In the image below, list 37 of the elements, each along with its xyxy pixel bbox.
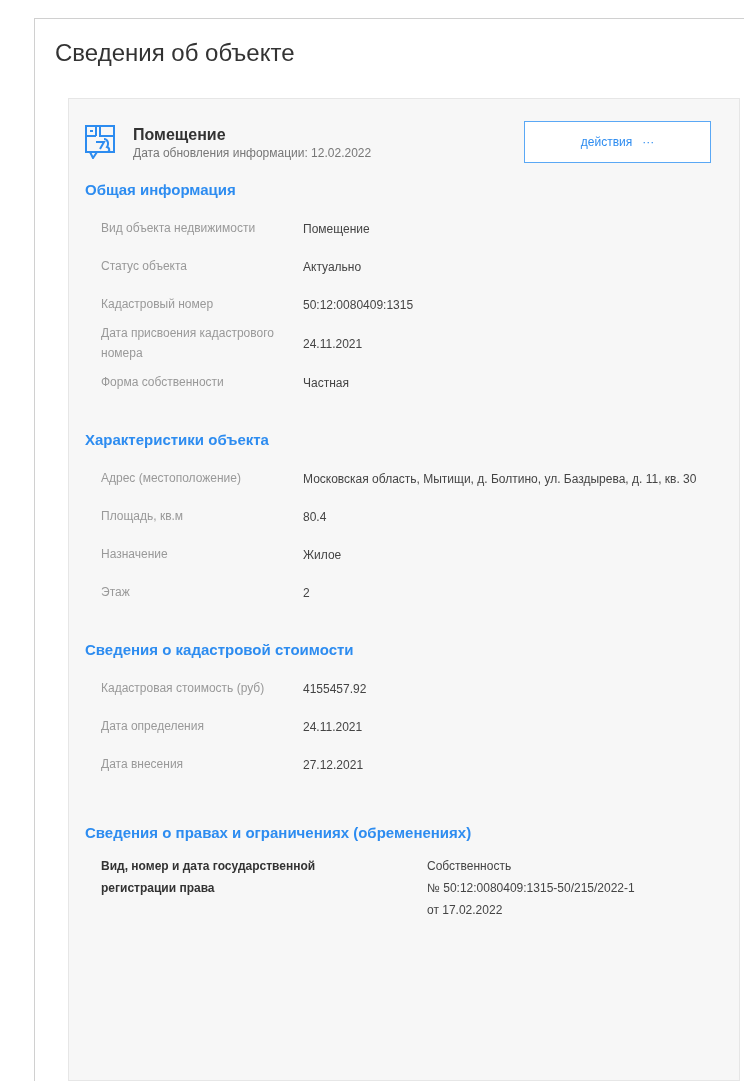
field-label: Дата внесения bbox=[101, 756, 185, 773]
field-value: 24.11.2021 bbox=[303, 336, 364, 353]
field-value: Помещение bbox=[303, 221, 371, 238]
section-heading: Сведения о кадастровой стоимости bbox=[85, 640, 355, 660]
field-value: 50:12:0080409:1315 bbox=[303, 297, 415, 314]
building-plan-icon bbox=[85, 125, 115, 159]
field-value: Частная bbox=[303, 375, 350, 392]
page-title: Сведения об объекте bbox=[55, 38, 296, 68]
field-label: Форма собственности bbox=[101, 374, 225, 391]
field-label: Площадь, кв.м bbox=[101, 508, 185, 525]
field-label: Кадастровый номер bbox=[101, 296, 215, 313]
update-date: Дата обновления информации: 12.02.2022 bbox=[133, 145, 372, 161]
field-label: Кадастровая стоимость (руб) bbox=[101, 680, 266, 697]
field-label: Этаж bbox=[101, 584, 131, 601]
field-label: Вид, номер и дата государственной регистрации права bbox=[101, 858, 317, 897]
field-label: Статус объекта bbox=[101, 258, 188, 275]
section-heading: Общая информация bbox=[85, 180, 237, 200]
field-value: 27.12.2021 bbox=[303, 757, 365, 774]
field-label: Назначение bbox=[101, 546, 169, 563]
field-value: Собственность bbox=[427, 858, 513, 875]
field-value: 80.4 bbox=[303, 509, 328, 526]
field-label: Вид объекта недвижимости bbox=[101, 220, 257, 237]
field-label: Дата присвоения кадастрового номера bbox=[101, 325, 275, 362]
field-value: от 17.02.2022 bbox=[427, 902, 504, 919]
field-value: Актуально bbox=[303, 259, 363, 276]
object-name: Помещение bbox=[133, 125, 227, 145]
field-value: 24.11.2021 bbox=[303, 719, 364, 736]
field-value: Жилое bbox=[303, 547, 343, 564]
field-value: № 50:12:0080409:1315-50/215/2022-1 bbox=[427, 880, 635, 897]
section-heading: Сведения о правах и ограничениях (обременениях) bbox=[85, 823, 473, 843]
actions-button[interactable]: действия ··· bbox=[524, 121, 711, 163]
field-label: Адрес (местоположение) bbox=[101, 470, 242, 487]
field-value: 2 bbox=[303, 585, 311, 602]
field-value: 4155457.92 bbox=[303, 681, 368, 698]
section-heading: Характеристики объекта bbox=[85, 430, 270, 450]
field-label: Дата определения bbox=[101, 718, 205, 735]
field-value: Московская область, Мытищи, д. Болтино, ул. Баздырева, д. 11, кв. 30 bbox=[303, 471, 698, 488]
